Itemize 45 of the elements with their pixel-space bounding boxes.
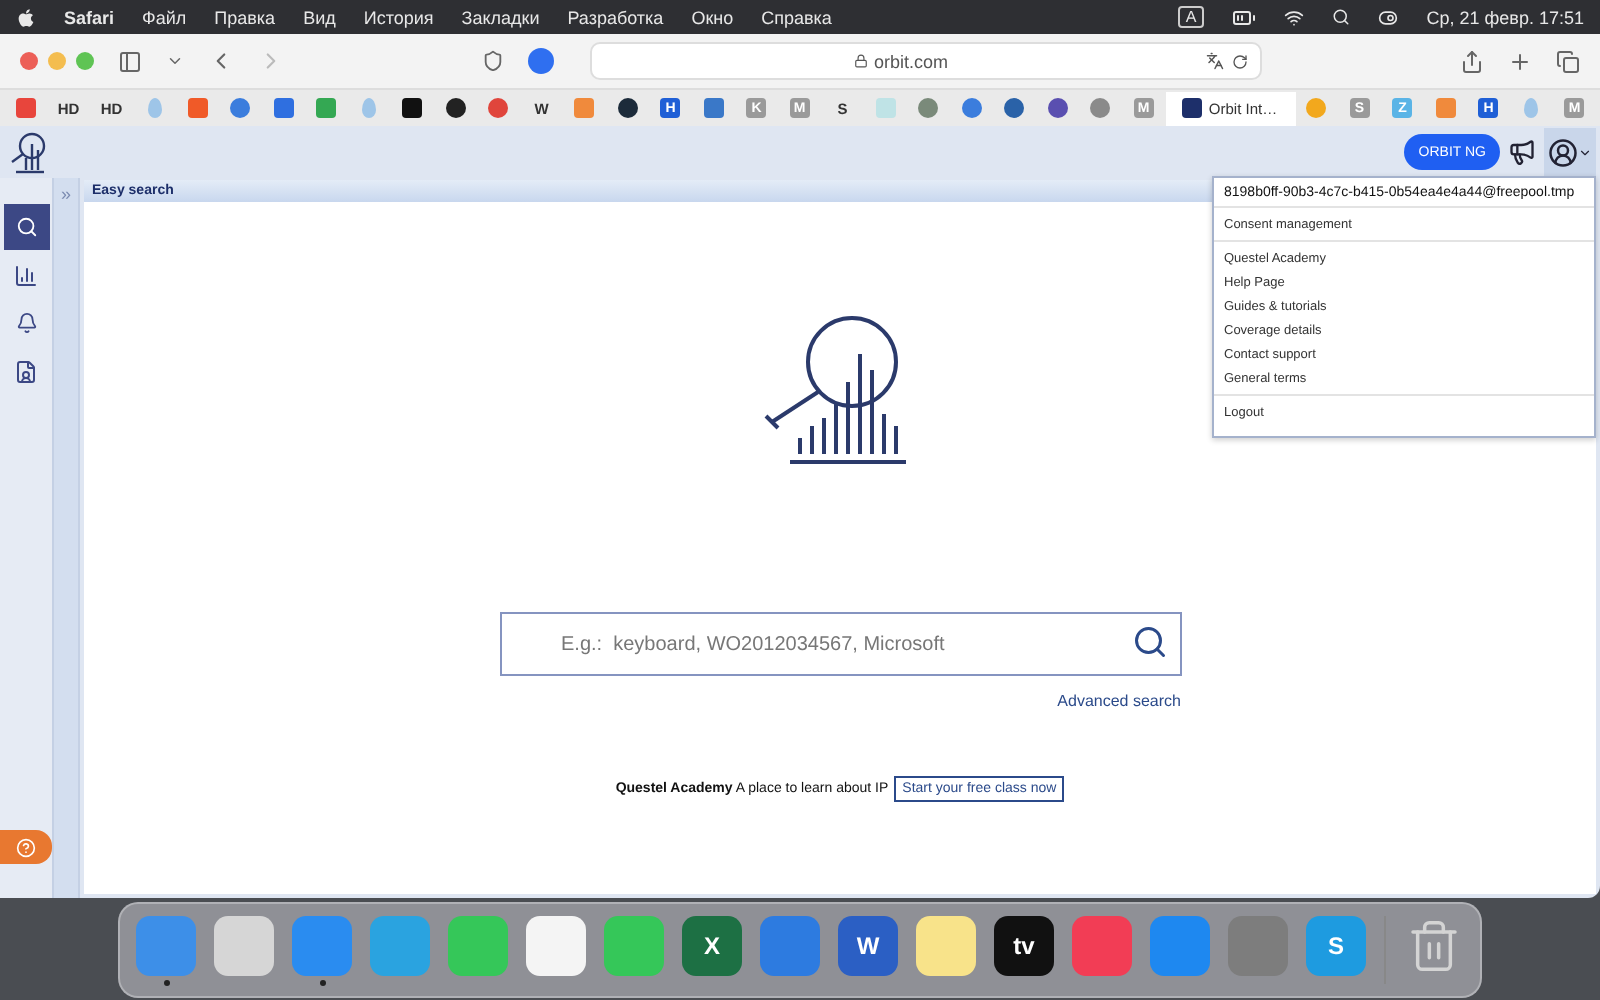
rail-button[interactable]: [3, 204, 49, 250]
chevron-icon[interactable]: [166, 52, 184, 70]
wifi-icon[interactable]: [1284, 7, 1305, 27]
bar-chart-icon: [14, 263, 38, 287]
user-menu-button[interactable]: [1544, 128, 1596, 176]
search-icon[interactable]: [1332, 8, 1351, 26]
plus-icon[interactable]: [1508, 49, 1532, 73]
help-button[interactable]: [0, 830, 52, 864]
lock-icon: [853, 54, 868, 68]
menu-item[interactable]: Справка: [761, 7, 832, 27]
user-icon: [1548, 137, 1578, 167]
sidebar-icon[interactable]: [118, 49, 142, 73]
menu-item[interactable]: История: [363, 7, 434, 27]
reload-icon[interactable]: [1232, 53, 1248, 69]
control-center-icon[interactable]: [1378, 7, 1399, 27]
search-icon[interactable]: [1131, 624, 1167, 660]
menu-item[interactable]: Safari: [64, 7, 115, 27]
address-field[interactable]: orbit.com: [590, 42, 1262, 80]
menu-item[interactable]: Файл: [142, 7, 187, 27]
apple-icon[interactable]: [16, 7, 36, 27]
caret-icon: [1578, 145, 1592, 159]
close-button[interactable]: [20, 52, 38, 70]
shield-icon[interactable]: [482, 50, 504, 72]
translate-icon[interactable]: [1206, 52, 1224, 70]
clock[interactable]: Ср, 21 февр. 17:51: [1426, 7, 1584, 27]
battery-icon[interactable]: [1232, 5, 1257, 29]
menu-item[interactable]: Вид: [303, 7, 336, 27]
bell-icon: [15, 312, 37, 334]
menu-item[interactable]: Закладки: [461, 7, 540, 27]
zoom-button[interactable]: [76, 52, 94, 70]
search-icon: [15, 216, 37, 238]
document-icon: [14, 359, 38, 383]
search-field[interactable]: E.g.: keyboard, WO2012034567, Microsoft: [499, 612, 1181, 676]
input-source-indicator[interactable]: A: [1177, 6, 1205, 28]
megaphone-icon[interactable]: [1508, 138, 1536, 166]
address-text: orbit.com: [873, 51, 948, 71]
menu-item[interactable]: Правка: [214, 7, 276, 27]
help-icon: [16, 837, 36, 857]
advanced-search-link[interactable]: Advanced search: [1057, 692, 1181, 710]
tabs-icon[interactable]: [1556, 49, 1580, 73]
menu-item[interactable]: Разработка: [567, 7, 664, 27]
bookmark-icon: [1182, 98, 1203, 118]
share-icon[interactable]: [1460, 49, 1484, 73]
menu-item[interactable]: Окно: [691, 7, 734, 27]
privacy-icon[interactable]: [528, 48, 554, 74]
